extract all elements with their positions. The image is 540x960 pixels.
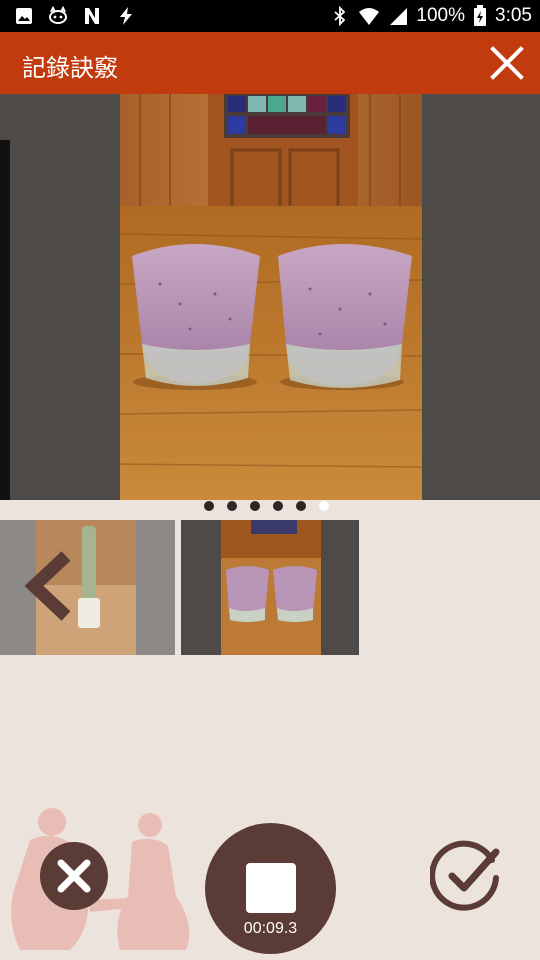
- battery-percent: 100%: [416, 5, 466, 26]
- bluetooth-icon: [334, 6, 346, 26]
- n-logo-icon: [85, 8, 99, 24]
- page-dot[interactable]: [204, 501, 214, 511]
- thumbnail-blender[interactable]: [0, 520, 175, 655]
- system-icons: 100% 3:05: [330, 4, 532, 28]
- close-icon[interactable]: [488, 44, 526, 82]
- thumbnail-strip: [0, 520, 540, 655]
- stop-record-button[interactable]: 00:09.3: [205, 823, 336, 954]
- recording-timer: 00:09.3: [243, 920, 298, 937]
- signal-icon: [390, 8, 408, 25]
- page-title: 記錄訣竅: [22, 54, 118, 82]
- flash-icon: [120, 7, 132, 25]
- wifi-icon: [359, 8, 380, 25]
- thumbnail-smoothies[interactable]: [181, 520, 359, 655]
- clock: 3:05: [495, 5, 532, 26]
- photo-preview[interactable]: [0, 94, 540, 500]
- status-bar: 100% 3:05: [0, 0, 540, 32]
- image-icon: [16, 8, 32, 24]
- page-dot[interactable]: [273, 501, 283, 511]
- cancel-icon: [57, 859, 91, 893]
- page-dot[interactable]: [227, 501, 237, 511]
- stop-icon: [246, 863, 296, 913]
- page-dot[interactable]: [250, 501, 260, 511]
- app-bar: 記錄訣竅: [0, 32, 540, 94]
- smoothie-thumbnail-image: [221, 520, 321, 655]
- page-indicator: [204, 501, 329, 511]
- page-dot[interactable]: [296, 501, 306, 511]
- back-chevron-icon[interactable]: [22, 550, 78, 622]
- cancel-button[interactable]: [40, 842, 108, 910]
- smoothie-photo: [120, 94, 422, 500]
- cat-face-icon: [49, 6, 67, 24]
- page-dot-active[interactable]: [319, 501, 329, 511]
- previous-photo-edge: [0, 140, 10, 500]
- notification-icons: [14, 6, 136, 26]
- confirm-check-button[interactable]: [430, 840, 502, 912]
- battery-charging-icon: [474, 5, 487, 26]
